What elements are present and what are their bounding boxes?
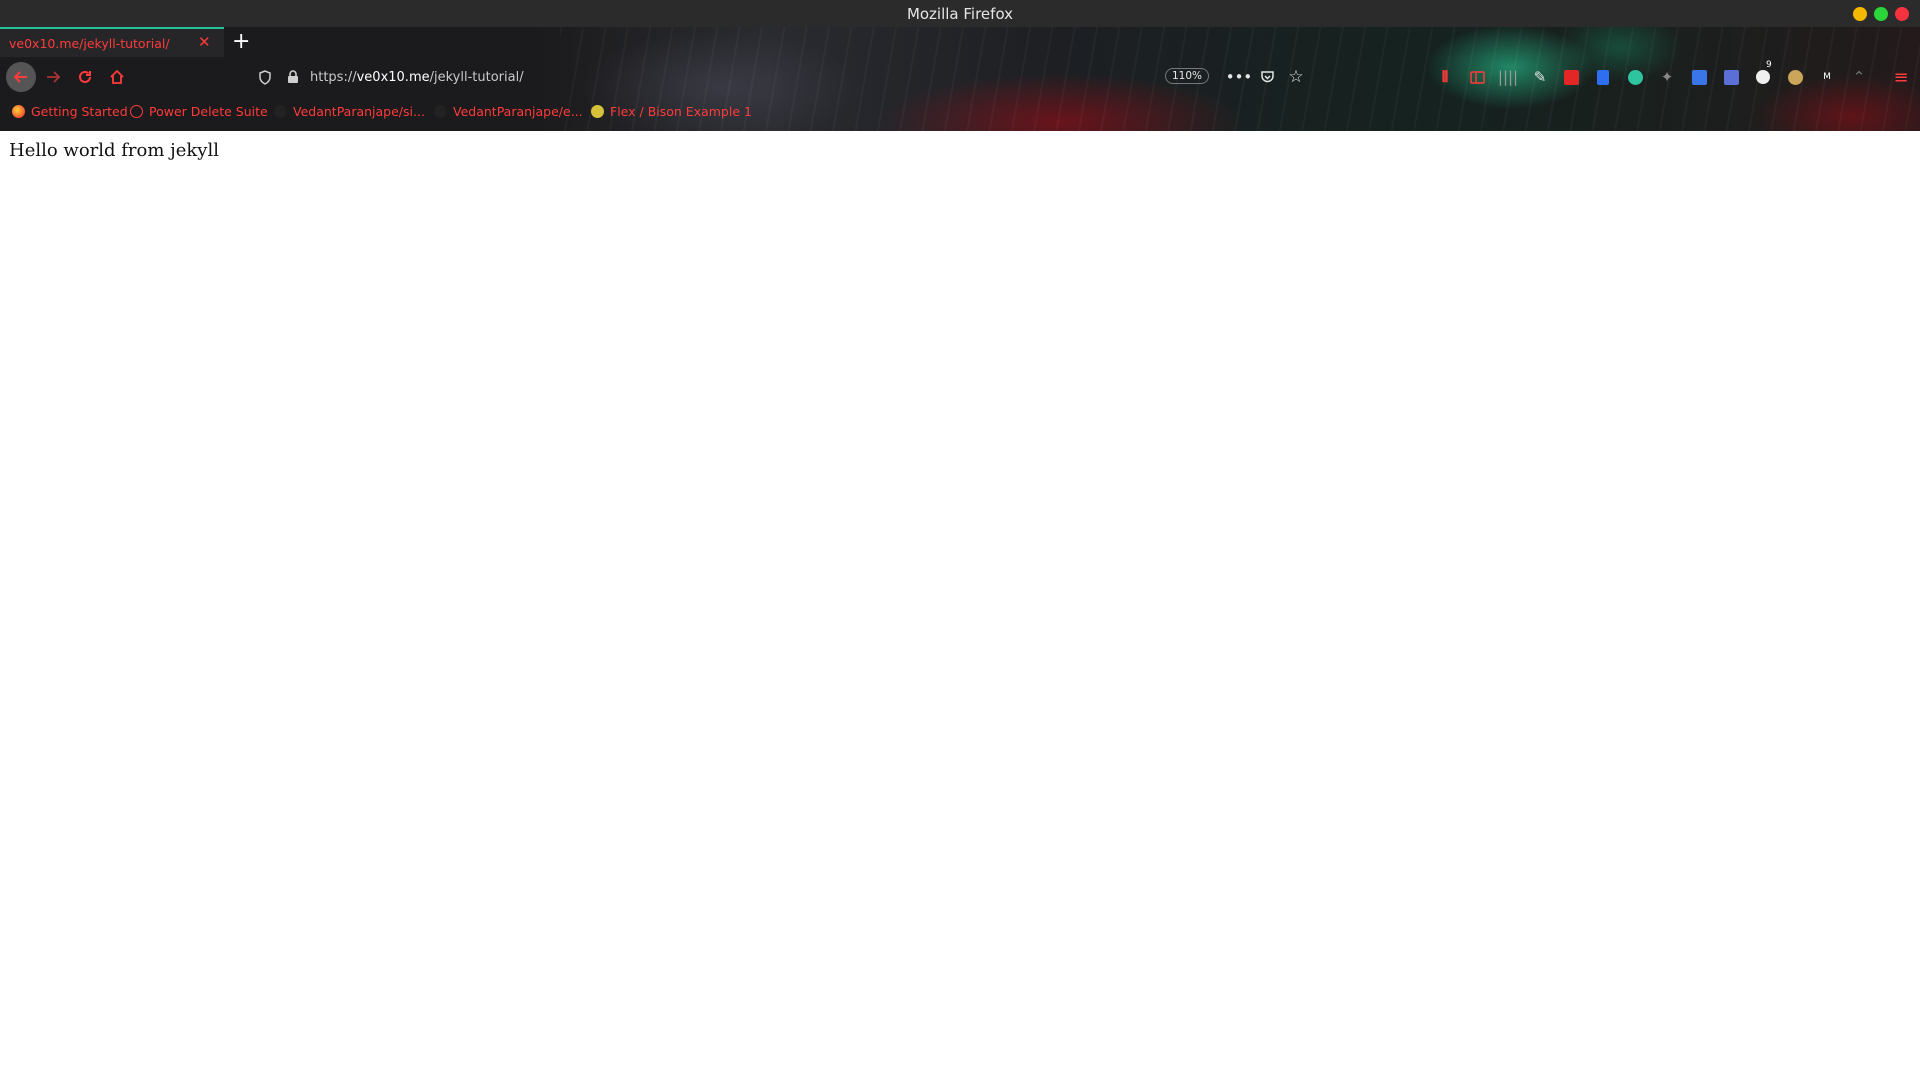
bookmark-flex-bison[interactable]: Flex / Bison Example 1 — [591, 104, 752, 119]
url-prefix: https:// — [310, 69, 357, 85]
github-icon — [274, 105, 287, 118]
back-button[interactable] — [6, 62, 36, 92]
url-domain: ve0x10.me — [356, 69, 430, 85]
notifications-extension-icon[interactable]: 9 — [1752, 60, 1774, 88]
minimize-button[interactable] — [1853, 7, 1867, 21]
sidebar-icon[interactable] — [1466, 66, 1488, 88]
reload-icon — [79, 70, 91, 83]
dim-extension-icon[interactable]: ⌃ — [1848, 66, 1870, 88]
close-window-button[interactable] — [1895, 7, 1909, 21]
translate-extension-icon[interactable] — [1688, 66, 1710, 88]
sync-extension-icon[interactable] — [1624, 66, 1646, 88]
github-icon — [434, 105, 447, 118]
new-tab-button[interactable]: + — [232, 29, 250, 55]
home-icon — [110, 69, 124, 84]
url-path: /jekyll-tutorial/ — [429, 69, 524, 85]
shield-icon[interactable] — [254, 66, 276, 88]
badge-count: 9 — [1766, 60, 1772, 70]
tab-active[interactable]: ve0x10.me/jekyll-tutorial/ ✕ — [0, 27, 224, 57]
library-icon[interactable]: ⫴ — [1434, 66, 1456, 88]
navigation-toolbar: https://ve0x10.me/jekyll-tutorial/ 110% … — [0, 57, 1920, 97]
arrow-right-icon — [47, 71, 61, 83]
bookmark-vedant-e[interactable]: VedantParanjape/e... — [434, 104, 583, 119]
bookmark-icon — [591, 105, 604, 118]
reload-button[interactable] — [72, 64, 98, 90]
globe-icon — [130, 105, 143, 118]
arrow-left-icon — [13, 71, 27, 83]
tab-title: ve0x10.me/jekyll-tutorial/ — [9, 36, 170, 51]
page-content: Hello world from jekyll — [0, 131, 1920, 1080]
columns-icon[interactable]: |||| — [1497, 66, 1519, 88]
formula-extension-icon[interactable] — [1720, 66, 1742, 88]
forward-button[interactable] — [40, 64, 66, 90]
window-titlebar: Mozilla Firefox — [0, 0, 1920, 27]
star-bookmark-icon[interactable]: ☆ — [1285, 66, 1307, 88]
red-extension-icon[interactable] — [1560, 66, 1582, 88]
tools-extension-icon[interactable]: ✦ — [1656, 66, 1678, 88]
window-title: Mozilla Firefox — [906, 4, 1014, 23]
lock-icon[interactable] — [282, 66, 304, 88]
blue-lock-extension-icon[interactable] — [1592, 66, 1614, 88]
globe-extension-icon[interactable] — [1784, 66, 1806, 88]
zoom-indicator[interactable]: 110% — [1165, 68, 1210, 84]
firefox-icon — [12, 105, 25, 118]
screenshot-icon[interactable]: ✎ — [1529, 66, 1551, 88]
bookmark-getting-started[interactable]: Getting Started — [12, 104, 128, 119]
close-icon[interactable]: ✕ — [198, 34, 211, 50]
bookmarks-toolbar: Getting Started Power Delete Suite Vedan… — [0, 99, 1920, 127]
pocket-icon[interactable] — [1256, 66, 1278, 88]
m-extension-icon[interactable]: M — [1816, 66, 1838, 88]
hamburger-menu-icon[interactable]: ≡ — [1890, 66, 1912, 88]
page-text: Hello world from jekyll — [9, 140, 219, 161]
home-button[interactable] — [104, 64, 130, 90]
bookmark-vedant-si[interactable]: VedantParanjape/si... — [274, 104, 425, 119]
page-actions-menu-icon[interactable]: ••• — [1226, 66, 1253, 88]
maximize-button[interactable] — [1874, 7, 1888, 21]
bookmark-power-delete-suite[interactable]: Power Delete Suite — [130, 104, 268, 119]
browser-chrome: ve0x10.me/jekyll-tutorial/ ✕ + https://v… — [0, 27, 1920, 131]
url-field[interactable]: https://ve0x10.me/jekyll-tutorial/ — [310, 64, 524, 90]
